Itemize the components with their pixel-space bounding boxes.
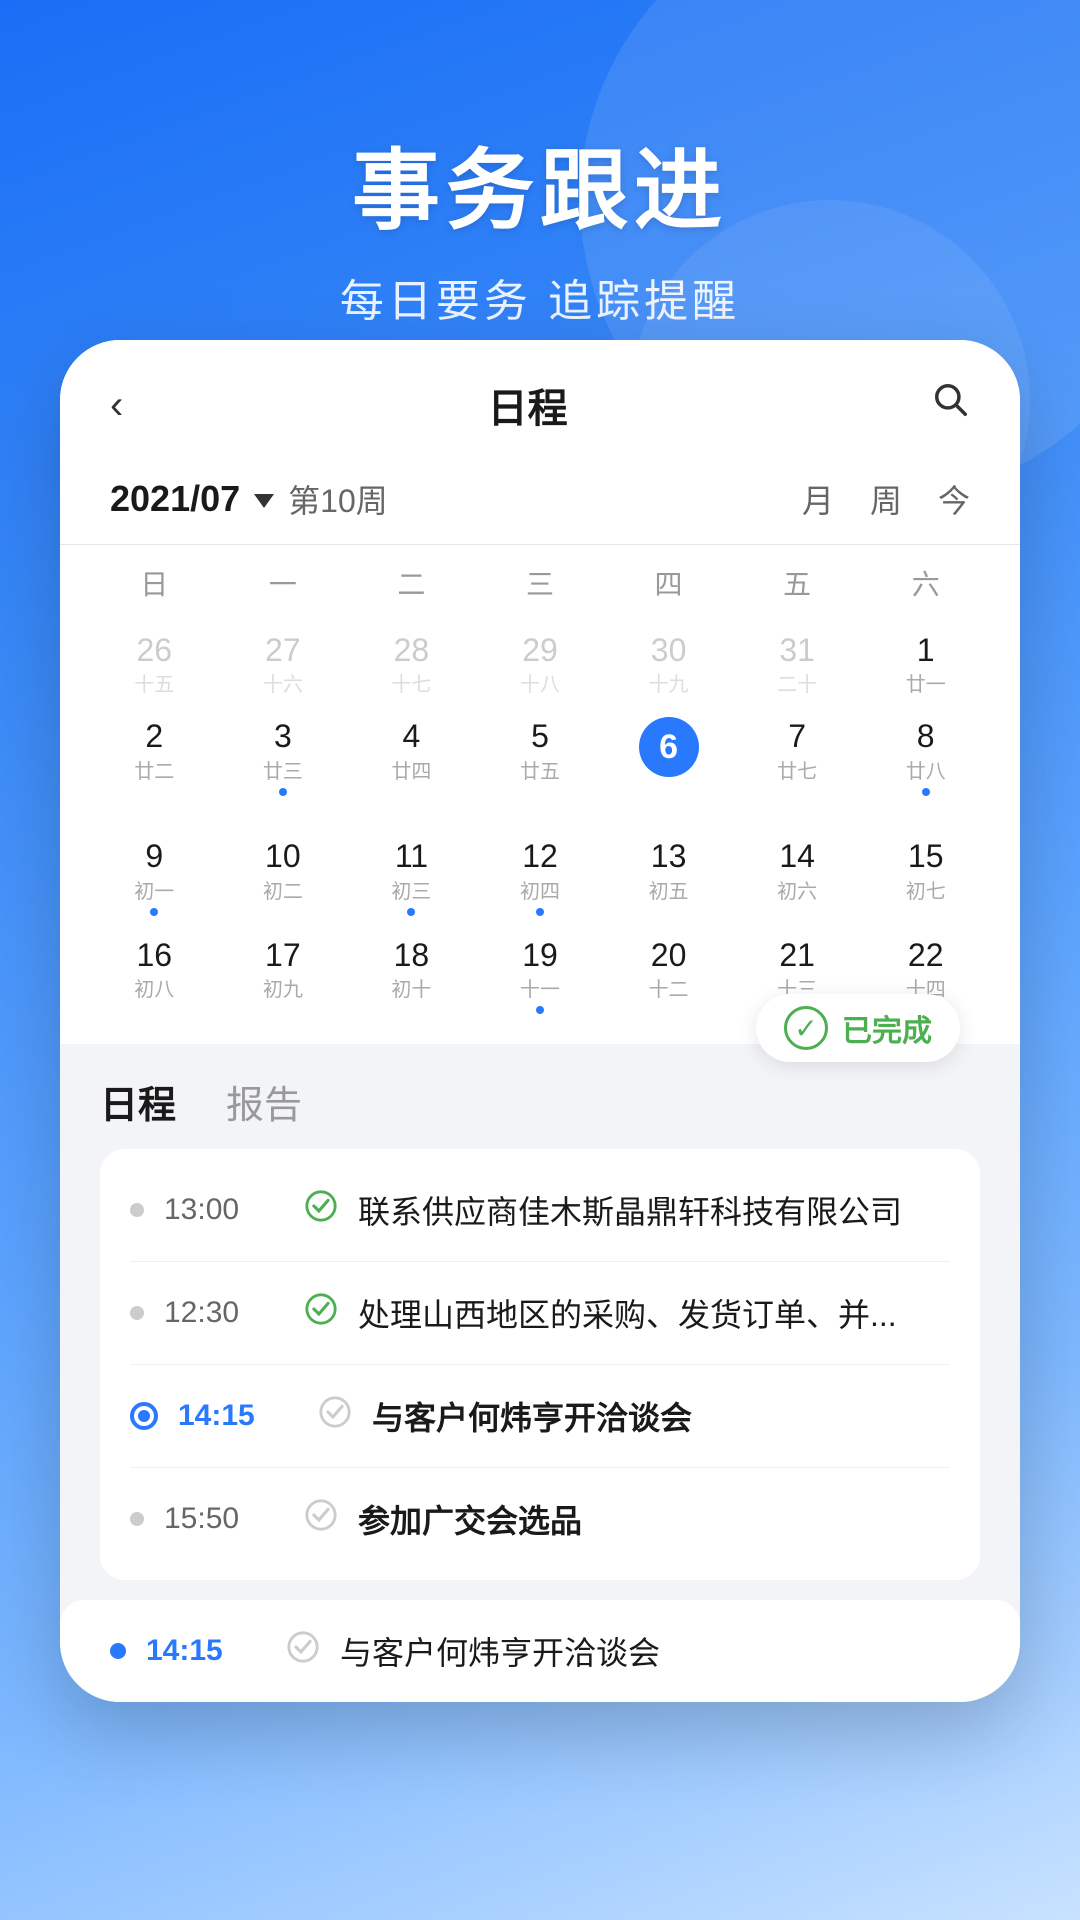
back-button[interactable]: ‹ <box>110 383 123 428</box>
bottom-time: 14:15 <box>146 1634 266 1668</box>
calendar-title: 日程 <box>488 376 568 434</box>
item-text-1: 联系供应商佳木斯晶鼎轩科技有限公司 <box>358 1187 950 1233</box>
calendar-nav: ‹ 日程 <box>110 376 970 458</box>
item-time-4: 15:50 <box>164 1502 284 1536</box>
cal-day-3[interactable]: 3廿三 <box>219 707 348 827</box>
cal-day-2[interactable]: 2廿二 <box>90 707 219 827</box>
completed-badge[interactable]: ✓ 已完成 <box>756 994 960 1062</box>
cal-day-30[interactable]: 30十九 <box>604 621 733 707</box>
calendar-row-1: 26十五 27十六 28十七 29十八 30十九 31二十 1廿一 <box>90 621 990 707</box>
cal-day-26[interactable]: 26十五 <box>90 621 219 707</box>
search-button[interactable] <box>932 381 970 429</box>
bottom-text: 与客户何炜亨开洽谈会 <box>340 1628 660 1674</box>
cal-day-18[interactable]: 18初十 <box>347 926 476 1024</box>
item-check-1 <box>304 1189 338 1232</box>
weekdays-row: 日 一 二 三 四 五 六 <box>90 545 990 621</box>
cal-day-9[interactable]: 9初一 <box>90 827 219 925</box>
view-tabs: 月 周 今 <box>802 476 970 522</box>
tab-report[interactable]: 报告 <box>226 1074 302 1129</box>
month-dropdown-icon[interactable] <box>254 494 274 508</box>
cal-day-7[interactable]: 7廿七 <box>733 707 862 827</box>
cal-day-16[interactable]: 16初八 <box>90 926 219 1024</box>
item-text-3: 与客户何炜亨开洽谈会 <box>372 1393 950 1439</box>
cal-day-20[interactable]: 20十二 <box>604 926 733 1024</box>
cal-day-28[interactable]: 28十七 <box>347 621 476 707</box>
item-time-3: 14:15 <box>178 1399 298 1433</box>
cal-day-6-selected[interactable]: 6廿六 <box>604 707 733 827</box>
cal-day-10[interactable]: 10初二 <box>219 827 348 925</box>
item-dot-4 <box>130 1512 144 1526</box>
cal-day-15[interactable]: 15初七 <box>861 827 990 925</box>
bottom-check-icon <box>286 1630 320 1672</box>
active-timeline-dot <box>130 1402 158 1430</box>
calendar-row-2: 2廿二 3廿三 4廿四 5廿五 6廿六 7廿七 8廿八 <box>90 707 990 827</box>
tab-week[interactable]: 周 <box>870 476 902 522</box>
sub-title: 每日要务 追踪提醒 <box>0 265 1080 329</box>
tab-month[interactable]: 月 <box>802 476 834 522</box>
header-section: 事务跟进 每日要务 追踪提醒 <box>0 0 1080 389</box>
completed-label: 已完成 <box>842 1006 932 1050</box>
cal-day-17[interactable]: 17初九 <box>219 926 348 1024</box>
weekday-sat: 六 <box>861 555 990 611</box>
schedule-card: 13:00 联系供应商佳木斯晶鼎轩科技有限公司 12:30 处理山西地区的采购、… <box>100 1149 980 1580</box>
cal-day-14[interactable]: 14初六 <box>733 827 862 925</box>
month-label: 2021/07 <box>110 478 240 520</box>
schedule-section: 日程 报告 13:00 联系供应商佳木斯晶鼎轩科技有限公司 12:30 <box>60 1044 1020 1580</box>
item-dot-2 <box>130 1306 144 1320</box>
weekday-tue: 二 <box>347 555 476 611</box>
weekday-wed: 三 <box>476 555 605 611</box>
item-check-4 <box>304 1498 338 1541</box>
tab-schedule[interactable]: 日程 <box>100 1074 176 1129</box>
item-text-4: 参加广交会选品 <box>358 1496 950 1542</box>
calendar-grid: 日 一 二 三 四 五 六 26十五 27十六 28十七 29十八 30十九 3… <box>60 545 1020 1044</box>
cal-day-11[interactable]: 11初三 <box>347 827 476 925</box>
app-background: 事务跟进 每日要务 追踪提醒 ‹ 日程 2021/07 第10周 <box>0 0 1080 1920</box>
month-info: 2021/07 第10周 <box>110 476 388 522</box>
cal-day-19[interactable]: 19十一 <box>476 926 605 1024</box>
item-time-1: 13:00 <box>164 1193 284 1227</box>
weekday-fri: 五 <box>733 555 862 611</box>
item-text-2: 处理山西地区的采购、发货订单、并... <box>358 1290 950 1336</box>
cal-day-4[interactable]: 4廿四 <box>347 707 476 827</box>
cal-day-13[interactable]: 13初五 <box>604 827 733 925</box>
calendar-row-3: 9初一 10初二 11初三 12初四 13初五 14初六 15初七 <box>90 827 990 925</box>
schedule-item-1[interactable]: 13:00 联系供应商佳木斯晶鼎轩科技有限公司 <box>130 1159 950 1262</box>
schedule-item-4[interactable]: 15:50 参加广交会选品 <box>130 1468 950 1570</box>
item-check-3 <box>318 1395 352 1438</box>
item-dot-1 <box>130 1203 144 1217</box>
cal-day-12[interactable]: 12初四 <box>476 827 605 925</box>
bottom-timeline-dot <box>110 1643 126 1659</box>
weekday-mon: 一 <box>219 555 348 611</box>
calendar-header: ‹ 日程 2021/07 第10周 月 周 今 <box>60 340 1020 545</box>
week-label: 第10周 <box>288 476 388 522</box>
completed-check-icon: ✓ <box>784 1006 828 1050</box>
cal-day-31[interactable]: 31二十 <box>733 621 862 707</box>
weekday-sun: 日 <box>90 555 219 611</box>
cal-day-1[interactable]: 1廿一 <box>861 621 990 707</box>
cal-day-8[interactable]: 8廿八 <box>861 707 990 827</box>
item-check-2 <box>304 1292 338 1335</box>
schedule-item-2[interactable]: 12:30 处理山西地区的采购、发货订单、并... <box>130 1262 950 1365</box>
calendar-view-row: 2021/07 第10周 月 周 今 <box>110 458 970 544</box>
phone-card: ‹ 日程 2021/07 第10周 月 周 今 <box>60 340 1020 1702</box>
weekday-thu: 四 <box>604 555 733 611</box>
cal-day-5[interactable]: 5廿五 <box>476 707 605 827</box>
cal-day-29[interactable]: 29十八 <box>476 621 605 707</box>
bottom-partial-item[interactable]: 14:15 与客户何炜亨开洽谈会 <box>60 1600 1020 1702</box>
main-title: 事务跟进 <box>0 120 1080 247</box>
item-time-2: 12:30 <box>164 1296 284 1330</box>
cal-day-27[interactable]: 27十六 <box>219 621 348 707</box>
tab-today[interactable]: 今 <box>938 476 970 522</box>
schedule-item-3[interactable]: 14:15 与客户何炜亨开洽谈会 <box>130 1365 950 1468</box>
